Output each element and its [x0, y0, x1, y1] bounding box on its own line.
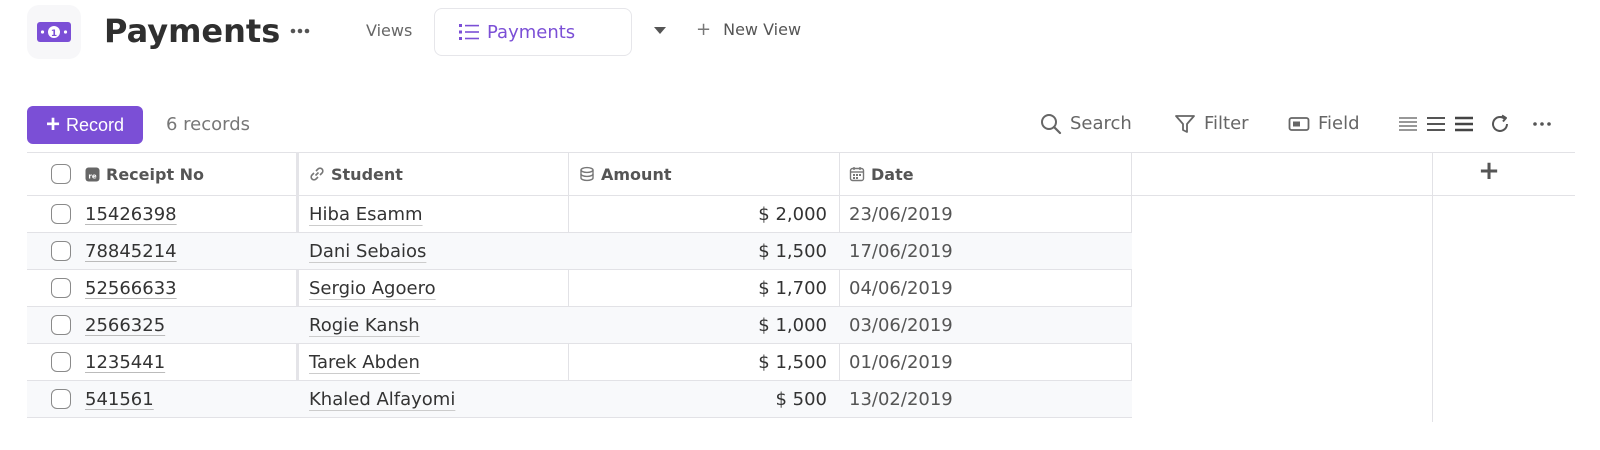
column-header-label: Date	[871, 164, 914, 184]
column-header-student[interactable]: Student	[309, 153, 403, 195]
column-header-label: Amount	[601, 164, 672, 184]
date-cell[interactable]: 17/06/2019	[849, 233, 953, 269]
column-header-label: Student	[331, 164, 403, 184]
view-dropdown-button[interactable]	[650, 20, 670, 42]
amount-cell[interactable]: $ 500	[579, 381, 827, 417]
plus-icon: +	[696, 19, 712, 40]
amount-cell[interactable]: $ 2,000	[579, 196, 827, 232]
search-icon	[1041, 114, 1062, 135]
row-select-cell	[51, 344, 71, 380]
student-cell[interactable]: Khaled Alfayomi	[309, 389, 455, 410]
column-header-amount[interactable]: Amount	[579, 153, 671, 195]
select-all-checkbox[interactable]	[51, 164, 71, 184]
row-height-medium-button[interactable]	[1424, 111, 1448, 137]
views-label: Views	[366, 21, 413, 40]
column-header-label: Receipt No	[106, 164, 205, 184]
row-select-cell	[51, 270, 71, 306]
receipt-no-cell[interactable]: 15426398	[85, 204, 177, 225]
filter-label: Filter	[1204, 113, 1249, 134]
search-button[interactable]: Search	[1040, 111, 1132, 137]
link-icon	[310, 167, 324, 181]
refresh-icon	[1492, 114, 1508, 132]
student-cell[interactable]: Tarek Abden	[309, 352, 420, 373]
amount-cell[interactable]: $ 1,700	[579, 270, 827, 306]
row-height-short-button[interactable]	[1396, 111, 1420, 137]
search-label: Search	[1070, 113, 1132, 134]
amount-cell[interactable]: $ 1,000	[579, 307, 827, 343]
receipt-no-cell[interactable]: 2566325	[85, 315, 165, 336]
more-horizontal-icon	[290, 28, 310, 34]
row-select-cell	[51, 196, 71, 232]
view-tab-label: Payments	[487, 21, 576, 43]
record-count: 6 records	[166, 114, 251, 135]
amount-cell[interactable]: $ 1,500	[579, 344, 827, 380]
student-cell[interactable]: Hiba Esamm	[309, 204, 423, 225]
field-icon	[1288, 117, 1310, 131]
column-header-receipt-no[interactable]: re Receipt No	[85, 153, 204, 195]
caret-down-icon	[654, 27, 666, 34]
table-row[interactable]: 541561 Khaled Alfayomi $ 500 13/02/2019	[27, 381, 1132, 418]
row-checkbox[interactable]	[51, 389, 71, 409]
add-column-button[interactable]: +	[1474, 156, 1504, 186]
receipt-no-cell[interactable]: 1235441	[85, 352, 165, 373]
view-tab-payments[interactable]: Payments	[434, 8, 632, 56]
more-horizontal-icon	[1533, 122, 1551, 126]
table-row[interactable]: 52566633 Sergio Agoero $ 1,700 04/06/201…	[27, 270, 1132, 307]
table-row[interactable]: 1235441 Tarek Abden $ 1,500 01/06/2019	[27, 344, 1132, 381]
more-options-button[interactable]	[285, 16, 315, 46]
refresh-button[interactable]	[1488, 111, 1512, 137]
student-cell[interactable]: Dani Sebaios	[309, 241, 426, 262]
table-row[interactable]: 2566325 Rogie Kansh $ 1,000 03/06/2019	[27, 307, 1132, 344]
receipt-no-cell[interactable]: 52566633	[85, 278, 177, 299]
row-height-tall-button[interactable]	[1452, 111, 1476, 137]
date-cell[interactable]: 03/06/2019	[849, 307, 953, 343]
new-view-button[interactable]: + New View	[696, 18, 801, 42]
add-record-label: Record	[65, 115, 125, 135]
row-checkbox[interactable]	[51, 352, 71, 372]
page-title: Payments	[104, 12, 281, 50]
amount-cell[interactable]: $ 1,500	[579, 233, 827, 269]
row-height-tall-icon	[1455, 116, 1473, 132]
row-select-cell	[51, 381, 71, 417]
student-cell[interactable]: Sergio Agoero	[309, 278, 436, 299]
date-cell[interactable]: 01/06/2019	[849, 344, 953, 380]
svg-text:1: 1	[51, 29, 57, 39]
column-divider	[1432, 152, 1433, 422]
field-button[interactable]: Field	[1288, 111, 1360, 137]
svg-text:re: re	[88, 172, 96, 180]
row-height-medium-icon	[1427, 117, 1445, 131]
toolbar-more-button[interactable]	[1530, 111, 1554, 137]
date-cell[interactable]: 13/02/2019	[849, 381, 953, 417]
new-view-label: New View	[723, 20, 802, 39]
receipt-no-cell[interactable]: 541561	[85, 389, 154, 410]
filter-icon	[1175, 115, 1195, 133]
plus-icon: +	[45, 111, 60, 138]
field-label: Field	[1318, 113, 1360, 134]
list-icon	[459, 24, 479, 40]
row-select-cell	[51, 307, 71, 343]
row-checkbox[interactable]	[51, 315, 71, 335]
column-header-date[interactable]: Date	[849, 153, 914, 195]
table-row[interactable]: 78845214 Dani Sebaios $ 1,500 17/06/2019	[27, 233, 1132, 270]
add-record-button[interactable]: + Record	[27, 106, 143, 144]
table-header: re Receipt No Student Amount Date	[27, 152, 1575, 196]
receipt-no-cell[interactable]: 78845214	[85, 241, 177, 262]
student-cell[interactable]: Rogie Kansh	[309, 315, 420, 336]
table-row[interactable]: 15426398 Hiba Esamm $ 2,000 23/06/2019	[27, 196, 1132, 233]
row-checkbox[interactable]	[51, 278, 71, 298]
app-icon: 1	[27, 5, 81, 59]
select-all-cell	[51, 153, 71, 195]
money-icon: 1	[37, 22, 71, 42]
date-cell[interactable]: 23/06/2019	[849, 196, 953, 232]
date-cell[interactable]: 04/06/2019	[849, 270, 953, 306]
filter-button[interactable]: Filter	[1174, 111, 1249, 137]
calendar-icon	[849, 167, 865, 182]
coins-icon	[580, 166, 594, 182]
row-select-cell	[51, 233, 71, 269]
text-field-icon: re	[85, 167, 100, 181]
row-checkbox[interactable]	[51, 204, 71, 224]
row-height-short-icon	[1399, 117, 1417, 131]
row-checkbox[interactable]	[51, 241, 71, 261]
